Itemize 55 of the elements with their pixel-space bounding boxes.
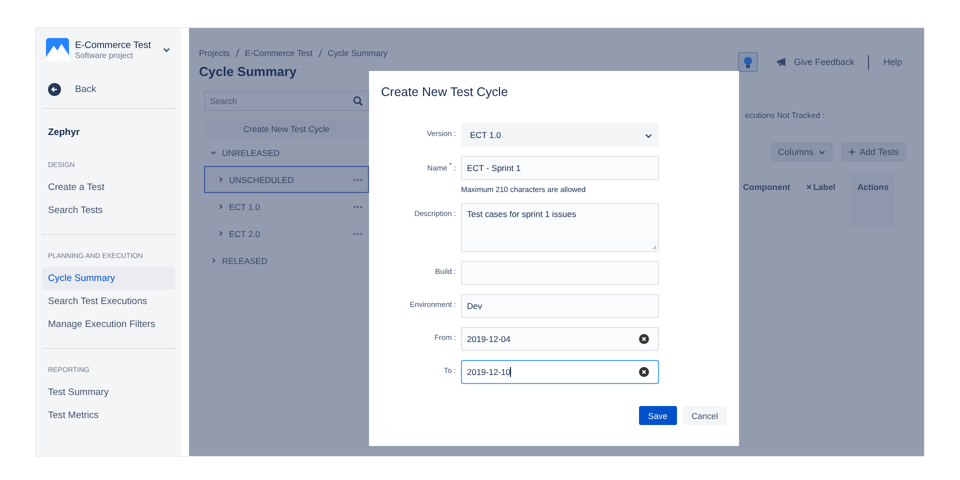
clear-icon[interactable] <box>639 334 649 344</box>
help-link[interactable]: Help <box>883 57 902 67</box>
nav-item[interactable]: Test Summary <box>42 381 175 404</box>
tree-item[interactable]: ECT 1.0 <box>204 193 369 220</box>
chevron-down-icon[interactable] <box>162 45 171 54</box>
caret-icon <box>210 257 217 264</box>
column-header: Label <box>813 182 836 192</box>
x-icon <box>806 184 812 190</box>
breadcrumb-link[interactable]: E-Commerce Test <box>244 48 313 58</box>
nav-item[interactable]: Create a Test <box>42 176 175 199</box>
megaphone-icon <box>776 57 788 67</box>
caret-icon <box>210 149 217 156</box>
text-field[interactable]: Dev <box>461 294 659 318</box>
tree-item[interactable]: UNRELEASED <box>204 139 369 166</box>
back-link[interactable]: Back <box>75 84 96 95</box>
chevron-down-icon <box>818 148 826 156</box>
text-field[interactable] <box>461 261 659 285</box>
lightbulb-icon[interactable] <box>738 52 758 72</box>
column-header: Actions <box>851 172 895 227</box>
date-field[interactable]: 2019-12-04 <box>461 327 659 351</box>
search-icon <box>353 96 363 106</box>
project-type: Software project <box>75 50 134 60</box>
nav-item[interactable]: Cycle Summary <box>42 267 175 290</box>
caret-icon <box>217 176 224 183</box>
version-select[interactable]: ECT 1.0 <box>461 123 659 147</box>
column-header: Component <box>743 181 790 192</box>
clear-icon[interactable] <box>639 367 649 377</box>
nav-item[interactable]: Search Test Executions <box>42 290 175 313</box>
nav-item[interactable]: Test Metrics <box>42 404 175 427</box>
nav-item[interactable]: Search Tests <box>42 199 175 222</box>
text-field[interactable]: ECT - Sprint 1 <box>461 156 659 180</box>
resize-grip-icon <box>652 245 657 250</box>
caret-icon <box>217 203 224 210</box>
project-name: E-Commerce Test <box>75 40 152 50</box>
page-title: Cycle Summary <box>199 64 298 79</box>
tree-item[interactable]: ECT 2.0 <box>204 220 369 247</box>
save-button[interactable]: Save <box>639 406 677 425</box>
breadcrumb-link[interactable]: Cycle Summary <box>328 48 388 58</box>
plus-icon <box>848 148 856 156</box>
caret-icon <box>217 230 224 237</box>
more-icon[interactable] <box>353 178 363 182</box>
feedback-link[interactable]: Give Feedback <box>794 57 854 67</box>
cancel-button[interactable]: Cancel <box>682 406 727 425</box>
execution-summary: ecutions Not Tracked : <box>745 111 826 120</box>
dialog-title: Create New Test Cycle <box>381 85 509 99</box>
more-icon[interactable] <box>353 204 363 208</box>
mountain-logo-icon <box>46 38 69 61</box>
app-name: Zephyr <box>47 126 81 140</box>
date-field[interactable]: 2019-12-10 <box>461 360 659 384</box>
more-icon[interactable] <box>353 232 363 236</box>
tree-item[interactable]: RELEASED <box>204 247 369 274</box>
breadcrumb-link[interactable]: Projects <box>199 48 230 58</box>
search-field[interactable]: Search <box>204 91 369 111</box>
description-field[interactable]: Test cases for sprint 1 issues <box>461 203 659 252</box>
nav-item[interactable]: Manage Execution Filters <box>42 313 175 336</box>
